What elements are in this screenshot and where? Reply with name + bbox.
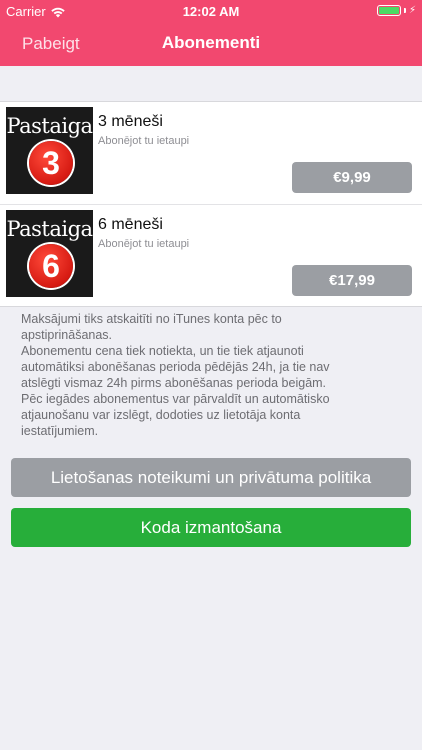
subscription-description: Abonējot tu ietaupi (98, 238, 190, 250)
cover-brand-text: Pastaiga (6, 217, 93, 241)
price-button[interactable]: €17,99 (292, 265, 412, 296)
status-bar: Carrier 12:02 AM ⚡︎ (0, 0, 422, 22)
page-title: Abonementi (161, 33, 261, 52)
subscription-list: Pastaiga 3 3 mēneši Abonējot tu ietaupi … (0, 101, 422, 307)
battery-indicator: ⚡︎ (376, 4, 416, 16)
subscription-title: 6 mēneši (98, 216, 163, 233)
subscription-title: 3 mēneši (98, 113, 163, 130)
subscription-row-3[interactable]: Pastaiga 3 3 mēneši Abonējot tu ietaupi … (0, 102, 422, 204)
redeem-code-button[interactable]: Koda izmantošana (11, 508, 411, 547)
status-time: 12:02 AM (182, 4, 240, 19)
price-button[interactable]: €9,99 (292, 162, 412, 193)
battery-icon (376, 5, 401, 16)
cover-number-badge: 3 (29, 141, 73, 185)
subscription-row-6[interactable]: Pastaiga 6 6 mēneši Abonējot tu ietaupi … (0, 204, 422, 306)
terms-privacy-button[interactable]: Lietošanas noteikumi un privātuma politi… (11, 458, 411, 497)
subscription-info-text: Maksājumi tiks atskaitīti no iTunes kont… (21, 312, 330, 438)
magazine-cover-image: Pastaiga 6 (6, 210, 93, 297)
cover-brand-text: Pastaiga (6, 114, 93, 138)
navigation-bar: Pabeigt Abonementi (0, 22, 422, 66)
battery-fill (378, 7, 399, 14)
cover-number-badge: 6 (29, 244, 73, 288)
battery-tip (403, 8, 406, 13)
subscription-description: Abonējot tu ietaupi (98, 135, 190, 147)
magazine-cover-image: Pastaiga 3 (6, 107, 93, 194)
header: Carrier 12:02 AM ⚡︎ Pabeigt Abonementi (0, 0, 422, 66)
charging-bolt-icon: ⚡︎ (408, 4, 416, 16)
